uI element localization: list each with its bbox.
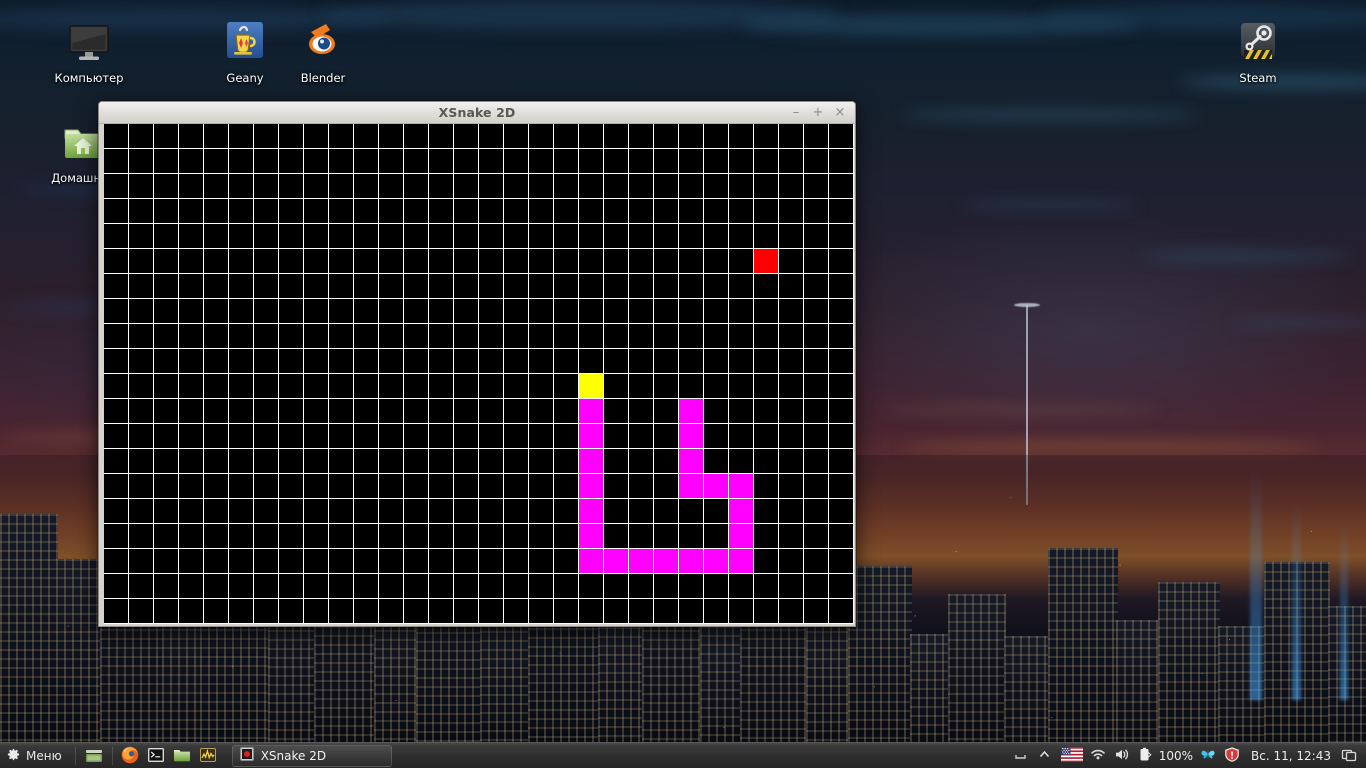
building [1116,620,1160,744]
snake-segment [579,549,603,573]
maximize-button[interactable]: + [807,102,829,124]
desktop-icon-steam[interactable]: Steam [1210,18,1306,85]
cloud-streak [880,404,1160,415]
snake-head [579,374,603,398]
battery-icon[interactable] [1138,747,1155,764]
cloud-streak [1230,318,1366,327]
monitor-icon [65,18,113,66]
butterfly-icon[interactable] [1200,747,1217,764]
desktop-icon-label: Компьютер [54,71,124,85]
snake-segment [579,524,603,548]
desktop[interactable]: Компьютер Geany Blender Домашняя Steam X… [0,0,1366,768]
workspace-switcher-icon[interactable] [1341,747,1358,764]
game-board[interactable] [104,124,854,624]
building [948,594,1006,744]
building [806,622,850,744]
speaker-icon[interactable] [1114,747,1131,764]
lamp-post [1026,305,1028,505]
blue-light-beam [1340,520,1348,700]
launcher-show-desktop[interactable] [83,745,105,767]
xsnake-window[interactable]: XSnake 2D – + × [98,101,856,627]
launcher-system-monitor[interactable] [198,745,220,767]
cloud-streak [740,14,1140,36]
building [1158,582,1220,744]
task-list[interactable]: XSnake 2D [231,744,1013,767]
minimize-button[interactable]: – [785,102,807,124]
task-button-label: XSnake 2D [260,748,327,763]
divider [111,746,113,765]
cloud-streak [1040,4,1366,30]
window-titlebar[interactable]: XSnake 2D – + × [99,102,855,124]
close-button[interactable]: × [829,102,851,124]
divider [74,746,76,765]
menu-label: Меню [26,748,62,763]
us-flag-icon[interactable] [1060,747,1083,764]
launcher-terminal[interactable] [146,745,168,767]
cloud-streak [320,0,840,30]
clock[interactable]: Вс. 11, 12:43 [1248,749,1334,763]
building [1004,636,1050,744]
steam-icon [1234,18,1282,66]
snake-segment [679,474,703,498]
gear-icon [6,747,21,765]
snake-segment [579,424,603,448]
snake-segment [654,549,678,573]
food-item [754,249,778,273]
desktop-icon-computer[interactable]: Компьютер [41,18,137,85]
shield-icon[interactable] [1224,747,1241,764]
cloud-streak [1140,250,1350,262]
desktop-icon-blender[interactable]: Blender [275,18,371,85]
chevron-up-icon[interactable] [1037,747,1054,764]
snake-segment [704,474,728,498]
snake-segment [679,549,703,573]
task-button-xsnake-2d[interactable]: XSnake 2D [231,744,392,767]
building [848,566,912,744]
cloud-streak [960,200,1140,210]
minimize-all-icon[interactable] [1013,747,1030,764]
snake-segment [729,549,753,573]
battery-percent-label: 100% [1158,748,1194,763]
building [374,612,418,744]
system-tray[interactable]: 100% Вс. 11, 12:43 [1013,747,1366,764]
launcher-firefox[interactable] [120,745,142,767]
game-grid[interactable] [104,124,854,624]
building [1048,548,1118,744]
snake-segment [579,474,603,498]
building [56,559,102,744]
snake-segment [729,499,753,523]
launcher-file-manager[interactable] [172,745,194,767]
snake-segment [729,474,753,498]
cloud-streak [900,108,1200,122]
blue-light-beam [1250,470,1262,700]
snake-segment [679,449,703,473]
blue-light-beam [1292,500,1301,700]
desktop-icon-label: Steam [1239,71,1277,85]
cloud-streak [900,440,1320,454]
taskbar[interactable]: Меню XSnake 2D 100% Вс. 11, 12:43 [0,742,1366,768]
building [910,634,950,744]
snake-segment [704,549,728,573]
geany-icon [221,18,269,66]
snake-segment [579,499,603,523]
snake-segment [729,524,753,548]
snake-segment [679,399,703,423]
blender-icon [299,18,347,66]
snake-segment [604,549,628,573]
xsnake-icon [239,747,254,764]
snake-segment [679,424,703,448]
building [598,618,644,744]
desktop-icon-label: Blender [300,71,346,85]
building [700,626,742,744]
menu-button[interactable]: Меню [0,744,70,768]
building [0,514,58,744]
snake-segment [579,399,603,423]
snake-segment [579,449,603,473]
wifi-icon[interactable] [1090,747,1107,764]
window-title: XSnake 2D [438,105,516,120]
snake-segment [629,549,653,573]
